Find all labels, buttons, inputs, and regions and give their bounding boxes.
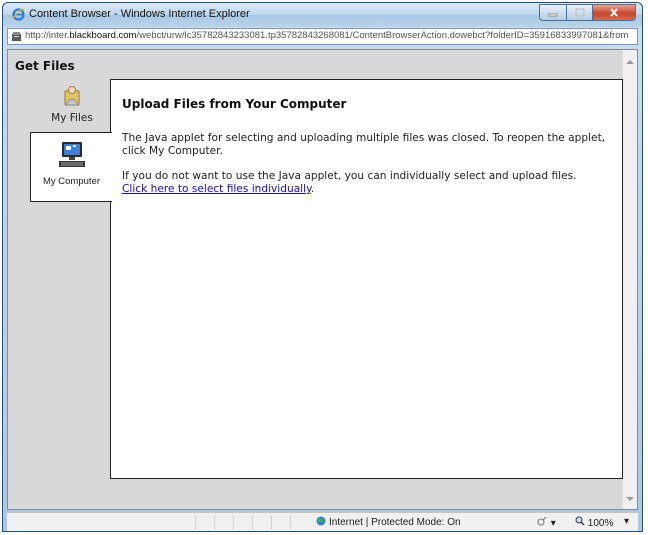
panel-title: Upload Files from Your Computer: [122, 97, 347, 111]
security-zone-label: Internet | Protected Mode: On: [329, 517, 461, 528]
zoom-button[interactable]: 100%: [575, 516, 613, 529]
scroll-up-icon[interactable]: [626, 60, 634, 64]
protected-mode-button[interactable]: ▾: [537, 516, 556, 529]
address-bar[interactable]: http://inter.blackboard.com/webct/urw/lc…: [7, 28, 638, 45]
url-text[interactable]: http://inter.blackboard.com/webct/urw/lc…: [25, 30, 635, 41]
maximize-button[interactable]: [566, 4, 592, 21]
vertical-scrollbar[interactable]: [622, 50, 637, 509]
status-cell: [195, 515, 214, 529]
individual-upload-text: If you do not want to use the Java apple…: [122, 170, 577, 182]
window-controls: [539, 4, 636, 21]
tab-my-files-label: My Files: [51, 112, 93, 124]
applet-closed-message: The Java applet for selecting and upload…: [122, 132, 606, 157]
get-files-heading: Get Files: [15, 59, 75, 73]
zoom-level: 100%: [587, 518, 614, 529]
close-button[interactable]: [592, 4, 636, 21]
status-cell: [271, 515, 290, 529]
link-suffix: .: [310, 183, 315, 195]
url-path: /webct/urw/lc35782843233081.tp3578284326…: [136, 30, 629, 41]
status-bar: Internet | Protected Mode: On ▾ 100% ▾: [7, 512, 638, 531]
zoom-icon: [575, 516, 585, 526]
page-content: Get Files My Files My Computer Upload Fi…: [7, 49, 638, 510]
tab-my-computer[interactable]: My Computer: [30, 132, 112, 202]
maximize-icon: [574, 8, 585, 17]
page-icon: [12, 32, 21, 41]
upload-panel: Upload Files from Your Computer The Java…: [110, 79, 623, 479]
security-icon: [537, 516, 547, 526]
tab-my-files[interactable]: My Files: [36, 84, 108, 130]
status-cell: [214, 515, 233, 529]
title-bar[interactable]: Content Browser - Windows Internet Explo…: [3, 3, 642, 27]
url-prefix: http://inter.: [25, 30, 70, 41]
globe-icon: [316, 516, 326, 526]
computer-icon: [58, 142, 85, 167]
tab-my-computer-label: My Computer: [42, 176, 100, 187]
scroll-down-icon[interactable]: [626, 497, 634, 501]
window-title: Content Browser - Windows Internet Explo…: [29, 8, 250, 20]
status-cell: [290, 515, 309, 529]
security-zone[interactable]: Internet | Protected Mode: On: [316, 516, 461, 528]
user-folder-icon: [64, 86, 80, 106]
url-domain: blackboard.com: [69, 30, 137, 41]
status-cell: [252, 515, 271, 529]
individual-upload-message: If you do not want to use the Java apple…: [122, 170, 612, 196]
select-files-individually-link[interactable]: Click here to select files individually: [122, 183, 311, 195]
zoom-dropdown[interactable]: ▾: [624, 516, 629, 527]
minimize-button[interactable]: [539, 4, 566, 21]
status-cell: [233, 515, 252, 529]
ie-icon: [12, 8, 25, 21]
minimize-icon: [548, 13, 558, 16]
close-icon: [610, 8, 618, 17]
browser-window: Content Browser - Windows Internet Explo…: [2, 2, 643, 532]
